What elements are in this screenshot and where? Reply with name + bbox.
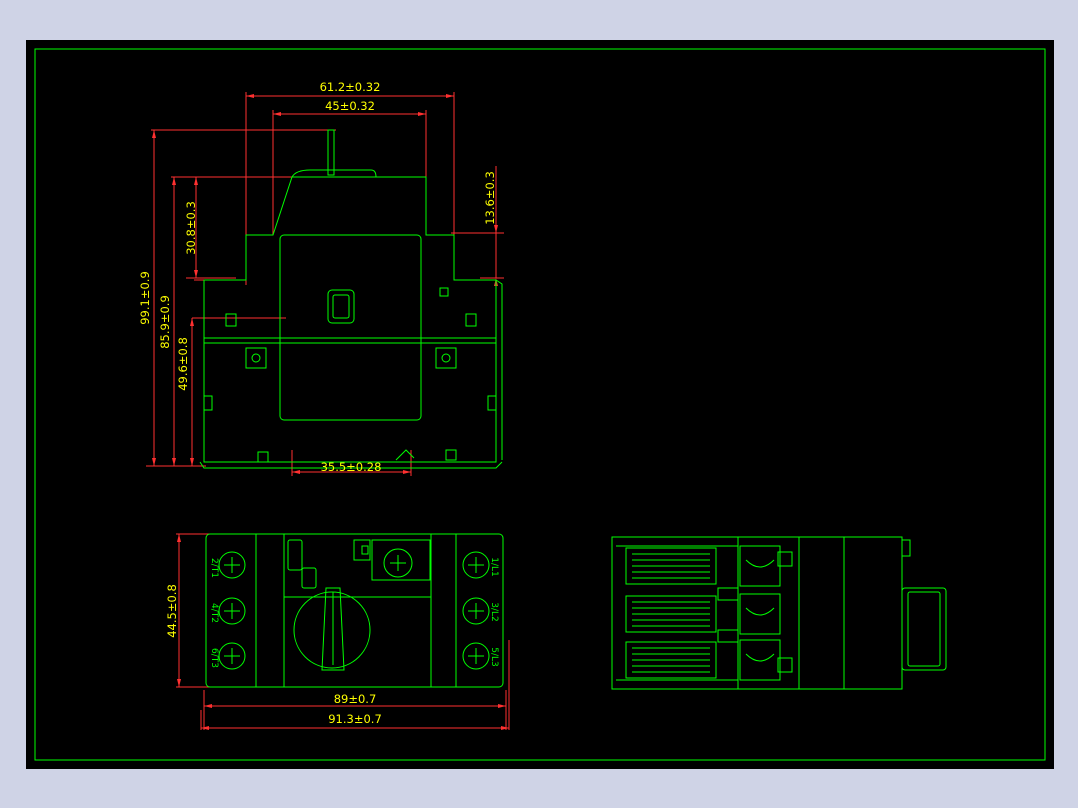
terminal-label: 4/T2 <box>209 603 219 623</box>
dim-body-height: 85.9±0.9 <box>158 295 172 349</box>
shaft <box>327 129 335 176</box>
dim-overall-height: 99.1±0.9 <box>138 271 152 325</box>
terminal-label: 2/T1 <box>209 558 219 578</box>
side-view <box>611 536 947 690</box>
front-view-dimension-lines <box>146 92 504 476</box>
dim-inner-width: 45±0.32 <box>325 99 375 113</box>
dim-upper-height: 30.8±0.3 <box>184 201 198 255</box>
side-view-terminal-blocks <box>616 545 793 681</box>
terminal-label: 1/L1 <box>489 557 499 577</box>
terminal-label: 6/T3 <box>209 648 219 668</box>
cad-drawing: 61.2±0.32 45±0.32 99.1±0.9 85.9±0.9 49.6… <box>34 48 1046 761</box>
top-view: 2/T1 4/T2 6/T3 1/L1 3/L2 5/L3 44.5±0.8 8… <box>165 533 510 730</box>
drawing-sheet: 61.2±0.32 45±0.32 99.1±0.9 85.9±0.9 49.6… <box>26 40 1054 769</box>
dim-step-height: 13.6±0.3 <box>483 171 497 225</box>
dim-overall-width: 61.2±0.32 <box>320 80 381 94</box>
drawing-border <box>34 48 1046 761</box>
dim-inner-length: 89±0.7 <box>334 692 377 706</box>
dim-lower-height: 49.6±0.8 <box>176 337 190 391</box>
terminal-label: 5/L3 <box>489 647 499 667</box>
dim-overall-length: 91.3±0.7 <box>328 712 382 726</box>
top-view-outline <box>205 533 504 688</box>
terminal-label: 3/L2 <box>489 602 499 622</box>
front-window <box>279 234 422 421</box>
rotary-knob <box>293 591 371 669</box>
front-view: 61.2±0.32 45±0.32 99.1±0.9 85.9±0.9 49.6… <box>138 80 504 476</box>
dim-base-width: 35.5±0.28 <box>321 460 382 474</box>
terminal-screws <box>218 551 490 670</box>
front-view-outline <box>199 129 503 469</box>
dim-top-height: 44.5±0.8 <box>165 584 179 638</box>
